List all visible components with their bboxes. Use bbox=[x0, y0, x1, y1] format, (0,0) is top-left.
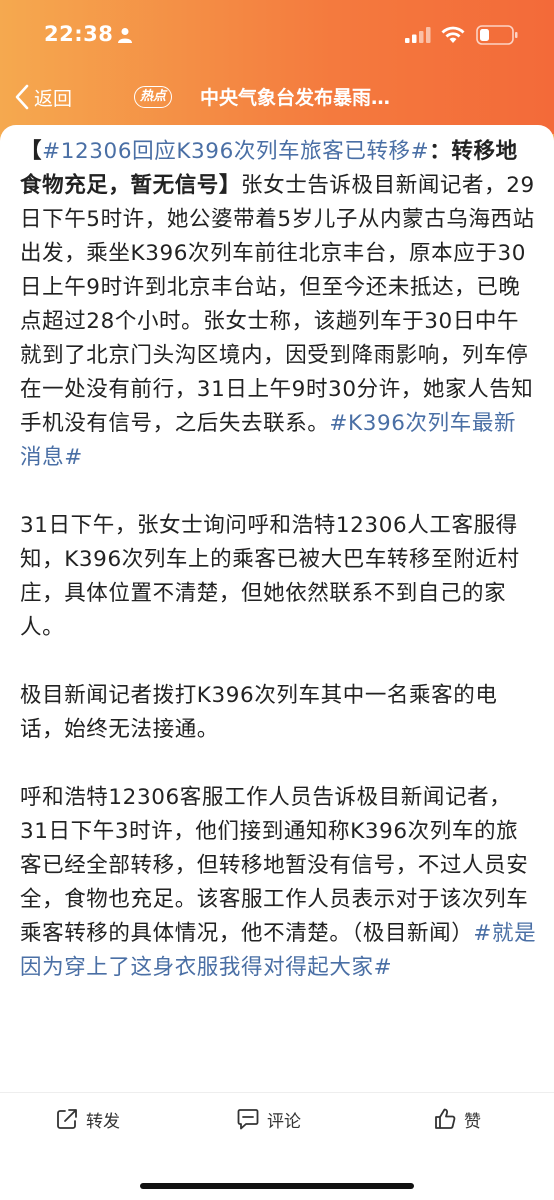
battery-icon bbox=[476, 25, 518, 45]
paragraph-4: 呼和浩特12306客服工作人员告诉极目新闻记者，31日下午3时许，他们接到通知称… bbox=[20, 781, 538, 985]
paragraph-2: 31日下午，张女士询问呼和浩特12306人工客服得知，K396次列车上的乘客已被… bbox=[20, 513, 520, 640]
post-card: 【#12306回应K396次列车旅客已转移#：转移地食物充足，暂无信号】张女士告… bbox=[0, 125, 554, 1200]
share-icon bbox=[57, 1109, 77, 1129]
title-close-bracket: 】 bbox=[218, 173, 242, 198]
comment-icon bbox=[237, 1109, 259, 1130]
topic-link[interactable]: #12306回应K396次列车旅客已转移# bbox=[42, 139, 429, 164]
like-icon bbox=[435, 1108, 456, 1129]
status-bar: 22:38 bbox=[0, 0, 554, 62]
hot-badge: 热点 bbox=[134, 86, 173, 108]
paragraph-1: 【#12306回应K396次列车旅客已转移#：转移地食物充足，暂无信号】张女士告… bbox=[20, 135, 538, 475]
wifi-icon bbox=[441, 26, 465, 43]
paragraph-3: 极目新闻记者拨打K396次列车其中一名乘客的电话，始终无法接通。 bbox=[20, 683, 498, 742]
post-content: 【#12306回应K396次列车旅客已转移#：转移地食物充足，暂无信号】张女士告… bbox=[20, 135, 538, 985]
back-button[interactable]: 返回 bbox=[14, 82, 72, 112]
share-button[interactable]: 转发 bbox=[56, 1105, 120, 1133]
signal-icon bbox=[405, 27, 431, 43]
paragraph-4-body: 呼和浩特12306客服工作人员告诉极目新闻记者，31日下午3时许，他们接到通知称… bbox=[20, 785, 529, 946]
title-open-bracket: 【 bbox=[20, 139, 43, 164]
back-chevron-icon bbox=[15, 84, 29, 110]
status-time: 22:38 bbox=[44, 22, 114, 46]
paragraph-1-body: 张女士告诉极目新闻记者，29日下午5时许，她公婆带着5岁儿子从内蒙古乌海西站出发… bbox=[20, 173, 535, 436]
like-button[interactable]: 赞 bbox=[434, 1105, 481, 1133]
comment-button[interactable]: 评论 bbox=[237, 1105, 301, 1133]
nav-bar: 返回 热点 中央气象台发布暴雨… bbox=[0, 70, 554, 126]
like-label: 赞 bbox=[464, 1111, 481, 1132]
bottom-action-bar: 转发 评论 赞 bbox=[0, 1092, 554, 1144]
nav-title[interactable]: 中央气象台发布暴雨… bbox=[200, 83, 390, 110]
comment-label: 评论 bbox=[267, 1111, 301, 1132]
share-label: 转发 bbox=[86, 1111, 120, 1132]
home-indicator[interactable] bbox=[140, 1183, 414, 1189]
person-icon bbox=[118, 28, 132, 43]
back-label: 返回 bbox=[34, 87, 73, 110]
